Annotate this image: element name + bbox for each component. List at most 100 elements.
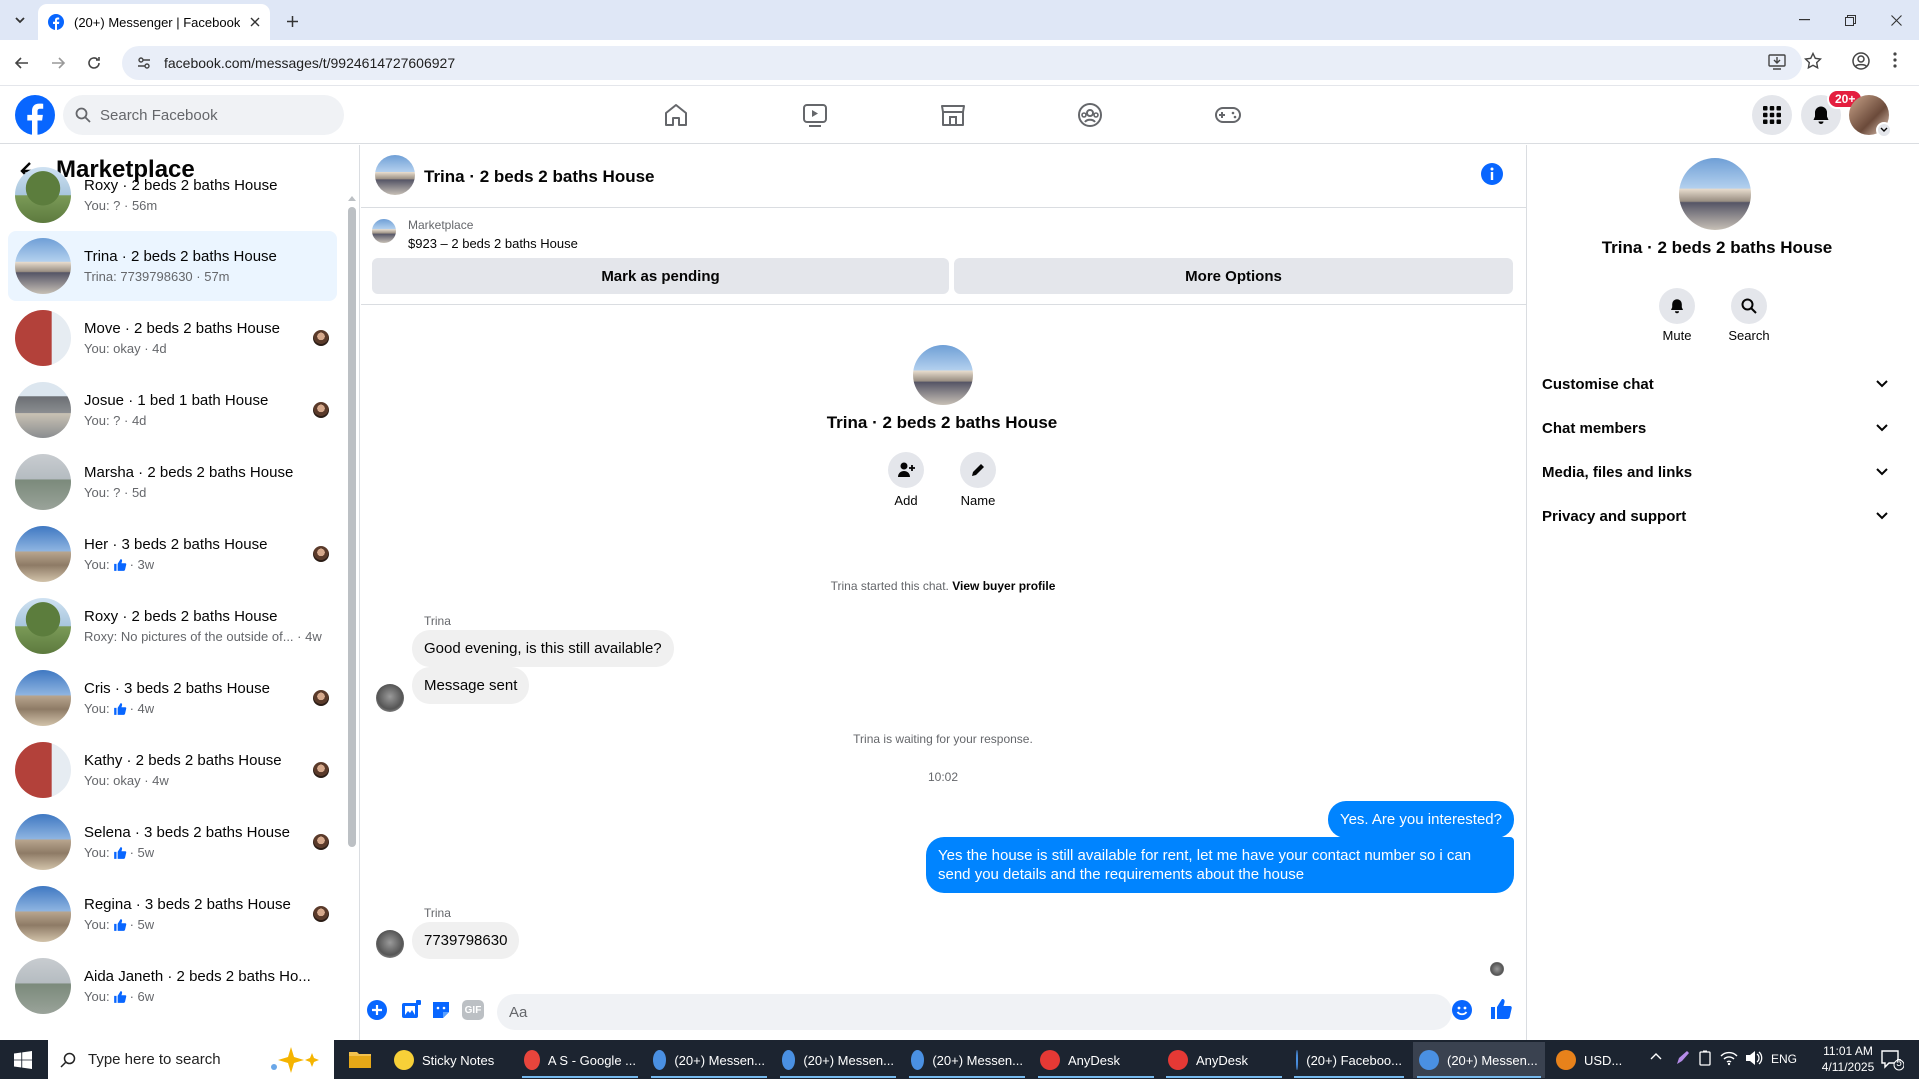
incoming-message[interactable]: Message sent: [412, 667, 530, 704]
sender-avatar[interactable]: [376, 684, 404, 712]
message-composer[interactable]: [497, 994, 1452, 1030]
conversation-item[interactable]: Trina · 2 beds 2 baths House Trina: 77397…: [8, 231, 337, 301]
restore-icon[interactable]: [1827, 0, 1873, 40]
conversation-item[interactable]: Roxy · 2 beds 2 baths House Roxy: No pict…: [8, 591, 337, 661]
mark-as-pending-button[interactable]: Mark as pending: [372, 258, 949, 294]
details-section-media-files-and-links[interactable]: Media, files and links: [1542, 452, 1892, 492]
more-actions-plus-icon[interactable]: [366, 999, 388, 1021]
gaming-icon[interactable]: [1208, 95, 1248, 135]
conversation-item[interactable]: Roxy · 2 beds 2 baths House You: ? · 56m: [8, 160, 337, 230]
details-section-customise-chat[interactable]: Customise chat: [1542, 364, 1892, 404]
edit-name-pencil-icon[interactable]: [960, 452, 996, 488]
conversation-item[interactable]: Cris · 3 beds 2 baths House You: · 4w: [8, 663, 337, 733]
chrome-icon: [1419, 1050, 1439, 1070]
install-app-icon[interactable]: [1768, 52, 1786, 70]
account-chevron-down-icon[interactable]: [1876, 122, 1892, 138]
taskbar-app[interactable]: (20+) Faceboo...: [1290, 1042, 1408, 1078]
back-arrow-icon[interactable]: [6, 47, 38, 79]
conversation-item[interactable]: Regina · 3 beds 2 baths House You: · 5w: [8, 879, 337, 949]
emoji-icon[interactable]: [1451, 999, 1473, 1021]
conversation-item[interactable]: Marsha · 2 beds 2 baths House You: ? · 5d: [8, 447, 337, 517]
conversation-item[interactable]: Selena · 3 beds 2 baths House You: · 5w: [8, 807, 337, 877]
incoming-message[interactable]: Good evening, is this still available?: [412, 630, 674, 667]
conversation-item[interactable]: Her · 3 beds 2 baths House You: · 3w: [8, 519, 337, 589]
input-language[interactable]: ENG: [1771, 1052, 1797, 1066]
file-explorer-icon[interactable]: [348, 1048, 372, 1070]
reload-icon[interactable]: [78, 47, 110, 79]
facebook-search-box[interactable]: [63, 95, 344, 135]
tab-list-chevron-icon[interactable]: [8, 8, 32, 32]
chat-listing-avatar[interactable]: [375, 155, 415, 195]
message-input[interactable]: [509, 1003, 1389, 1021]
gif-icon[interactable]: GIF: [462, 1000, 484, 1020]
tab-title: (20+) Messenger | Facebook: [74, 14, 240, 30]
menu-grid-icon[interactable]: [1752, 95, 1792, 135]
chat-title[interactable]: Trina · 2 beds 2 baths House: [424, 167, 655, 187]
profile-icon[interactable]: [1852, 52, 1870, 70]
chat-list-scrollbar[interactable]: [348, 207, 356, 847]
forward-arrow-icon[interactable]: [42, 47, 74, 79]
conversation-preview: You: ? · 5d: [84, 485, 147, 500]
browser-tab-messenger[interactable]: (20+) Messenger | Facebook: [38, 4, 270, 40]
outgoing-message[interactable]: Yes the house is still available for ren…: [926, 837, 1514, 893]
chat-started-notice: Trina started this chat. View buyer prof…: [830, 579, 1056, 593]
system-clock[interactable]: 11:01 AM 4/11/2025: [1808, 1043, 1888, 1075]
facebook-logo-icon[interactable]: [15, 95, 55, 135]
search-in-chat-icon[interactable]: [1731, 288, 1767, 324]
minimize-icon[interactable]: [1781, 0, 1827, 40]
taskbar-app[interactable]: Sticky Notes: [388, 1042, 512, 1078]
pen-icon[interactable]: [1675, 1050, 1691, 1066]
conversation-item[interactable]: Kathy · 2 beds 2 baths House You: okay · …: [8, 735, 337, 805]
window-close-icon[interactable]: [1873, 0, 1919, 40]
details-section-chat-members[interactable]: Chat members: [1542, 408, 1892, 448]
bookmark-star-icon[interactable]: [1804, 52, 1822, 70]
volume-icon[interactable]: [1745, 1050, 1763, 1066]
tab-close-icon[interactable]: [250, 17, 260, 27]
browser-menu-icon[interactable]: [1893, 52, 1897, 68]
sender-avatar[interactable]: [376, 930, 404, 958]
taskbar-search-box[interactable]: Type here to search: [48, 1040, 334, 1079]
taskbar-app[interactable]: (20+) Messen...: [905, 1042, 1029, 1078]
wifi-icon[interactable]: [1720, 1050, 1738, 1066]
details-section-privacy-and-support[interactable]: Privacy and support: [1542, 496, 1892, 536]
outgoing-message[interactable]: Yes. Are you interested?: [1327, 801, 1514, 838]
listing-price-title[interactable]: $923 – 2 beds 2 baths House: [408, 236, 578, 251]
conversation-item[interactable]: Josue · 1 bed 1 bath House You: ? · 4d: [8, 375, 337, 445]
taskbar-app[interactable]: USD...: [1550, 1042, 1636, 1078]
taskbar-app[interactable]: AnyDesk: [1034, 1042, 1158, 1078]
mute-bell-icon[interactable]: [1659, 288, 1695, 324]
scroll-up-icon[interactable]: [348, 195, 356, 201]
taskbar-app[interactable]: A S - Google ...: [518, 1042, 642, 1078]
groups-icon[interactable]: [1070, 95, 1110, 135]
conversation-item[interactable]: Aida Janeth · 2 beds 2 baths Ho... You: · …: [8, 951, 337, 1021]
attach-image-icon[interactable]: [400, 999, 422, 1021]
running-indicator: [1038, 1076, 1154, 1078]
taskbar-app-label: (20+) Faceboo...: [1306, 1052, 1402, 1068]
home-icon[interactable]: [656, 95, 696, 135]
taskbar-app[interactable]: (20+) Messen...: [647, 1042, 771, 1078]
address-bar[interactable]: facebook.com/messages/t/9924614727606927: [122, 46, 1802, 80]
seen-avatar: [313, 762, 329, 778]
sticker-icon[interactable]: [430, 999, 452, 1021]
new-tab-plus-icon[interactable]: [280, 10, 304, 32]
site-info-icon[interactable]: [136, 55, 152, 71]
more-options-button[interactable]: More Options: [954, 258, 1513, 294]
taskbar-app[interactable]: (20+) Messen...: [1413, 1042, 1545, 1078]
running-indicator: [1166, 1076, 1282, 1078]
battery-icon[interactable]: [1698, 1050, 1712, 1066]
marketplace-icon[interactable]: [933, 95, 973, 135]
incoming-message[interactable]: 7739798630: [412, 922, 520, 959]
video-icon[interactable]: [795, 95, 835, 135]
show-hidden-icons-chevron-icon[interactable]: [1650, 1052, 1662, 1060]
conversation-info-icon[interactable]: [1481, 163, 1503, 185]
listing-thumbnail: [15, 310, 71, 366]
add-person-icon[interactable]: [888, 452, 924, 488]
windows-start-icon[interactable]: [14, 1051, 32, 1069]
view-buyer-profile-link[interactable]: View buyer profile: [952, 579, 1055, 593]
taskbar-app[interactable]: AnyDesk: [1162, 1042, 1286, 1078]
conversation-item[interactable]: Move · 2 beds 2 baths House You: okay · 4…: [8, 303, 337, 373]
like-thumbs-up-icon[interactable]: [1489, 997, 1513, 1021]
conversation-name: Marsha · 2 beds 2 baths House: [84, 464, 294, 481]
taskbar-app[interactable]: (20+) Messen...: [776, 1042, 900, 1078]
facebook-search-input[interactable]: [100, 106, 320, 124]
